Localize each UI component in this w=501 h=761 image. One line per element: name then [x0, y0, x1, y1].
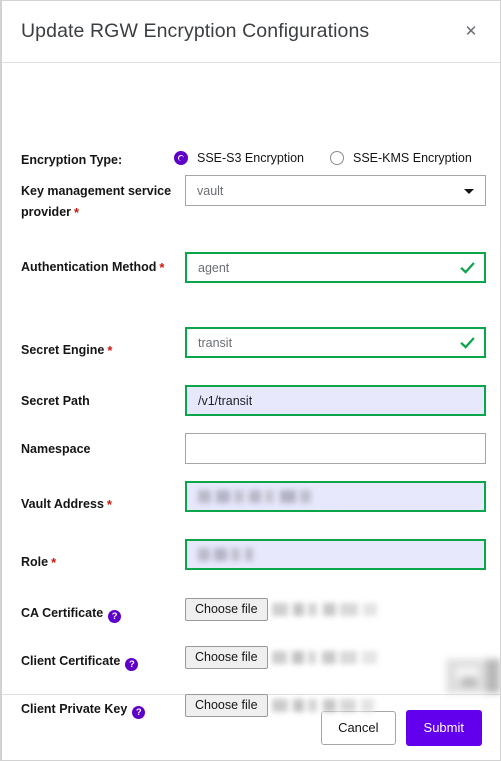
client-private-key-file-name — [271, 699, 380, 713]
namespace-field-wrap — [185, 433, 486, 464]
ca-certificate-label: CA Certificate? — [21, 603, 181, 624]
ca-certificate-field-wrap: Choose file — [185, 598, 486, 622]
ca-certificate-choose-file-button[interactable]: Choose file — [185, 598, 268, 622]
kms-provider-label-text: Key management service provider — [21, 184, 172, 219]
secret-engine-label: Secret Engine * — [21, 340, 181, 361]
client-certificate-label-text: Client Certificate — [21, 654, 121, 668]
dialog-header: Update RGW Encryption Configurations ✕ — [2, 1, 500, 63]
radio-sse-kms[interactable]: SSE-KMS Encryption — [330, 151, 472, 165]
secret-engine-input[interactable]: transit — [185, 327, 486, 358]
namespace-input[interactable] — [185, 433, 486, 464]
ca-certificate-file-name — [271, 603, 380, 617]
vault-address-label: Vault Address * — [21, 494, 181, 515]
radio-sse-s3-label: SSE-S3 Encryption — [197, 151, 304, 165]
kms-provider-value: vault — [197, 183, 224, 198]
chevron-down-icon — [464, 188, 474, 194]
kms-provider-select-wrap: vault — [185, 175, 486, 206]
vault-address-label-text: Vault Address — [21, 497, 104, 511]
client-private-key-field-wrap: Choose file — [185, 694, 486, 718]
help-icon[interactable]: ? — [125, 658, 139, 672]
radio-selected-icon — [174, 151, 188, 165]
role-label: Role * — [21, 552, 181, 573]
vault-address-field-wrap — [185, 481, 486, 512]
auth-method-value: agent — [198, 260, 230, 275]
dialog-title: Update RGW Encryption Configurations — [21, 20, 370, 42]
required-asterisk: * — [107, 343, 113, 358]
auth-method-input[interactable]: agent — [185, 252, 486, 283]
secret-path-label: Secret Path — [21, 394, 90, 408]
client-certificate-field-wrap: Choose file — [185, 646, 486, 670]
client-certificate-label: Client Certificate? — [21, 651, 181, 672]
radio-unselected-icon — [330, 151, 344, 165]
secret-path-value: /v1/transit — [198, 393, 253, 408]
role-field-wrap — [185, 539, 486, 570]
secret-path-field-wrap: /v1/transit — [185, 385, 486, 416]
auth-method-label-text: Authentication Method — [21, 260, 157, 274]
required-asterisk: * — [74, 205, 80, 220]
encryption-type-label: Encryption Type: — [21, 153, 123, 167]
kms-provider-label: Key management service provider * — [21, 181, 181, 223]
help-icon[interactable]: ? — [108, 610, 122, 624]
ca-certificate-label-text: CA Certificate — [21, 606, 104, 620]
auth-method-field-wrap: agent — [185, 252, 486, 283]
redacted-value — [198, 548, 253, 561]
client-private-key-label: Client Private Key? — [21, 699, 196, 720]
secret-path-input[interactable]: /v1/transit — [185, 385, 486, 416]
secret-engine-field-wrap: transit — [185, 327, 486, 358]
vault-address-input[interactable] — [185, 481, 486, 512]
client-certificate-file-name — [271, 651, 380, 665]
radio-sse-kms-label: SSE-KMS Encryption — [353, 151, 472, 165]
auth-method-label: Authentication Method * — [21, 257, 181, 278]
kms-provider-select[interactable]: vault — [185, 175, 486, 206]
close-icon[interactable]: ✕ — [460, 21, 482, 43]
secret-engine-value: transit — [198, 335, 233, 350]
redacted-value — [198, 490, 318, 503]
role-label-text: Role — [21, 555, 49, 569]
required-asterisk: * — [106, 497, 112, 512]
valid-check-icon — [460, 336, 475, 349]
update-rgw-encryption-dialog: Update RGW Encryption Configurations ✕ E… — [0, 0, 501, 761]
dialog-body: Encryption Type: SSE-S3 Encryption SSE-K… — [2, 63, 500, 720]
help-icon[interactable]: ? — [132, 706, 146, 720]
required-asterisk: * — [51, 555, 57, 570]
radio-sse-s3[interactable]: SSE-S3 Encryption — [174, 151, 304, 165]
client-private-key-label-text: Client Private Key — [21, 702, 128, 716]
namespace-label: Namespace — [21, 442, 91, 456]
secret-engine-label-text: Secret Engine — [21, 343, 105, 357]
role-input[interactable] — [185, 539, 486, 570]
client-certificate-choose-file-button[interactable]: Choose file — [185, 646, 268, 670]
encryption-type-radio-group: SSE-S3 Encryption SSE-KMS Encryption — [174, 151, 500, 165]
client-private-key-choose-file-button[interactable]: Choose file — [185, 694, 268, 718]
valid-check-icon — [460, 261, 475, 274]
required-asterisk: * — [159, 260, 165, 275]
